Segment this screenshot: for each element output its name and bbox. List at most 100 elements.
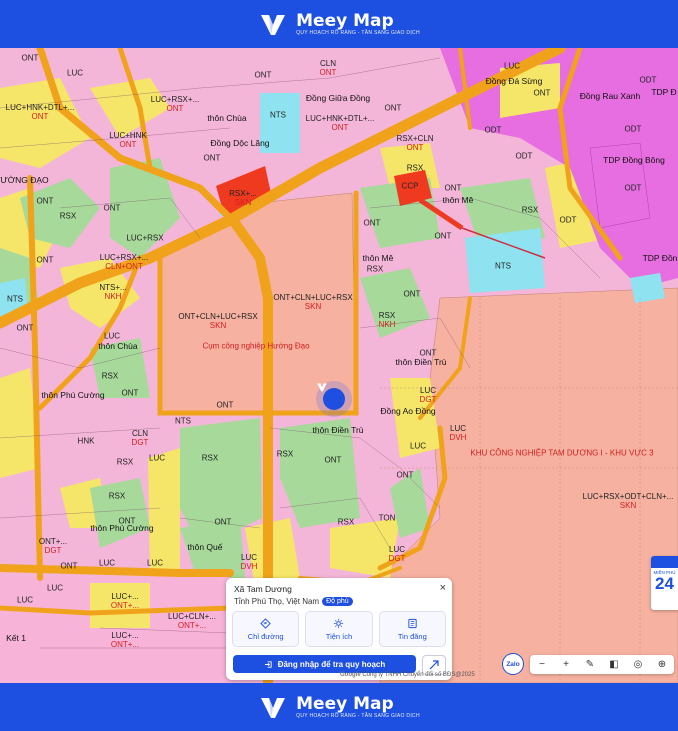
place-label: TƯỜNG ĐẠO [0,175,49,185]
bottom-brand-bar: Meey Map QUY HOẠCH RÕ RÀNG - TẦN SANG GI… [0,683,678,731]
zone-label: ONT [384,103,402,113]
zone-label: LUC+RSX+ODT+CLN+... SKN [582,492,674,510]
directions-label: Chỉ đường [247,631,284,641]
zone-label: ONT [444,183,462,193]
zone-label: RSX [276,449,294,459]
zoom-out-button[interactable]: − [535,659,549,670]
brand-text: Meey Map QUY HOẠCH RÕ RÀNG - TẦN SANG GI… [296,12,420,37]
layers-icon[interactable]: ◎ [631,659,645,670]
amenities-icon [334,618,344,628]
zone-label: LUC DVH [449,424,467,442]
zone-label: LUC+HNK ONT [109,131,147,149]
zalo-button[interactable]: Zalo [502,653,524,675]
place-label: thôn Điền Trù [395,357,447,367]
listings-button[interactable]: Tin đăng [378,611,446,647]
zone-label: LUC+RSX+... ONT [150,95,200,113]
place-label: thôn Phú Cường [41,390,105,400]
zone-label: TON [378,513,396,523]
zone-label: ODT [639,75,657,85]
split-view-icon[interactable]: ◧ [607,659,621,670]
directions-button[interactable]: Chỉ đường [232,611,300,647]
location-pin[interactable] [316,381,352,417]
brand-tagline: QUY HOẠCH RÕ RÀNG - TẦN SANG GIAO DỊCH [296,712,420,719]
zone-label: ONT [203,153,221,163]
zone-label: ONT [363,218,381,228]
zone-label: LUC DGT [419,386,437,404]
draw-tool-icon[interactable]: ✎ [583,659,597,670]
top-brand-bar: Meey Map QUY HOẠCH RÕ RÀNG - TẦN SANG GI… [0,0,678,48]
map-attribution: Google Công ty TNHH Chuyển đổi số BĐS@20… [340,672,475,678]
place-label: Đồng Ao Đồng [380,406,436,416]
zone-label: CCP [401,181,419,191]
brand-text: Meey Map QUY HOẠCH RÕ RÀNG - TẦN SANG GI… [296,695,420,720]
industrial-zone-label: KHU CÔNG NGHIỆP TAM DƯƠNG I - KHU VỰC 3 [470,448,654,458]
location-pin-icon [317,383,345,410]
login-to-check-planning-button[interactable]: Đăng nhập để tra quy hoạch [233,655,416,673]
zone-label: LUC [146,558,164,568]
zone-label: LUC+... ONT+... [110,631,140,649]
zone-label: RSX [521,205,539,215]
zone-label: RSX [406,163,424,173]
zone-label: ONT [533,88,551,98]
zone-label: ONT [121,388,139,398]
listing-icon [408,618,417,628]
side-promo-card[interactable]: MIỀN PHÚ 24 [651,556,678,610]
attribution-text: Công ty TNHH Chuyển đổi số BĐS@2025 [362,672,475,678]
zone-label: CLN ONT [319,59,337,77]
zone-label: NTS [270,110,286,120]
place-label: Kết 1 [6,633,26,643]
zone-label: HNK [77,436,95,446]
side-card-number: 24 [655,574,674,593]
zone-label: ONT [216,400,234,410]
map-toolbar: − + ✎ ◧ ◎ ⊕ [530,655,674,674]
zone-label: RSX [108,491,126,501]
zone-label: CLN DGT [131,429,149,447]
card-subtitle: Tỉnh Phú Thọ, Việt Nam Độ phủ [234,597,353,606]
zone-label: ONT [403,289,421,299]
zone-label: ONT [396,470,414,480]
zone-label: LUC [409,441,427,451]
place-label: thôn Quế [187,542,223,552]
locate-me-icon[interactable]: ⊕ [655,659,669,670]
place-label: TDP Đồng Bông [603,155,665,165]
zone-label: LUC [46,583,64,593]
close-icon[interactable]: × [440,582,446,594]
zone-label: ONT [254,70,272,80]
zone-label: ODT [559,215,577,225]
place-label: Đồng Rau Xanh [579,91,641,101]
zone-label: LUC DVH [240,553,258,571]
zone-label: LUC+RSX+... CLN+ONT [99,253,149,271]
card-title: Xã Tam Dương [234,584,292,594]
brand-name: Meey Map [296,10,394,31]
place-label: Đồng Đá Sừng [485,76,543,86]
zone-label: ONT [21,53,39,63]
zone-label: ONT [324,455,342,465]
directions-icon [260,617,271,629]
zone-label: ODT [515,151,533,161]
zone-label: ONT [36,255,54,265]
zone-label: RSX [59,211,77,221]
zone-label: RSX+... SKN [229,189,257,207]
industrial-cluster-label: Cụm công nghiệp Hướng Đạo [202,341,310,351]
login-icon [264,660,272,668]
zone-label: RSX NKH [378,311,396,329]
zone-label: ODT [484,125,502,135]
zone-label: ONT [36,196,54,206]
zoom-in-button[interactable]: + [559,659,573,670]
zone-label: RSX [366,264,384,274]
zone-label: LUC [16,595,34,605]
zone-label: LUC [103,331,121,341]
place-label: TDP Đ [651,87,677,97]
listings-label: Tin đăng [397,631,427,641]
coverage-badge[interactable]: Độ phủ [322,597,353,606]
place-label: thôn Chùa [207,113,247,123]
zone-label: NTS [7,294,23,304]
zone-label: ONT [214,517,232,527]
zone-label: LUC [148,453,166,463]
place-label: TDP Đồn [642,253,678,263]
amenities-button[interactable]: Tiện ích [305,611,373,647]
zone-label: RSX [337,517,355,527]
zone-label: ONT [434,231,452,241]
place-label: thôn Mê [442,195,474,205]
location-info-card: × Xã Tam Dương Tỉnh Phú Thọ, Việt Nam Độ… [226,578,452,680]
